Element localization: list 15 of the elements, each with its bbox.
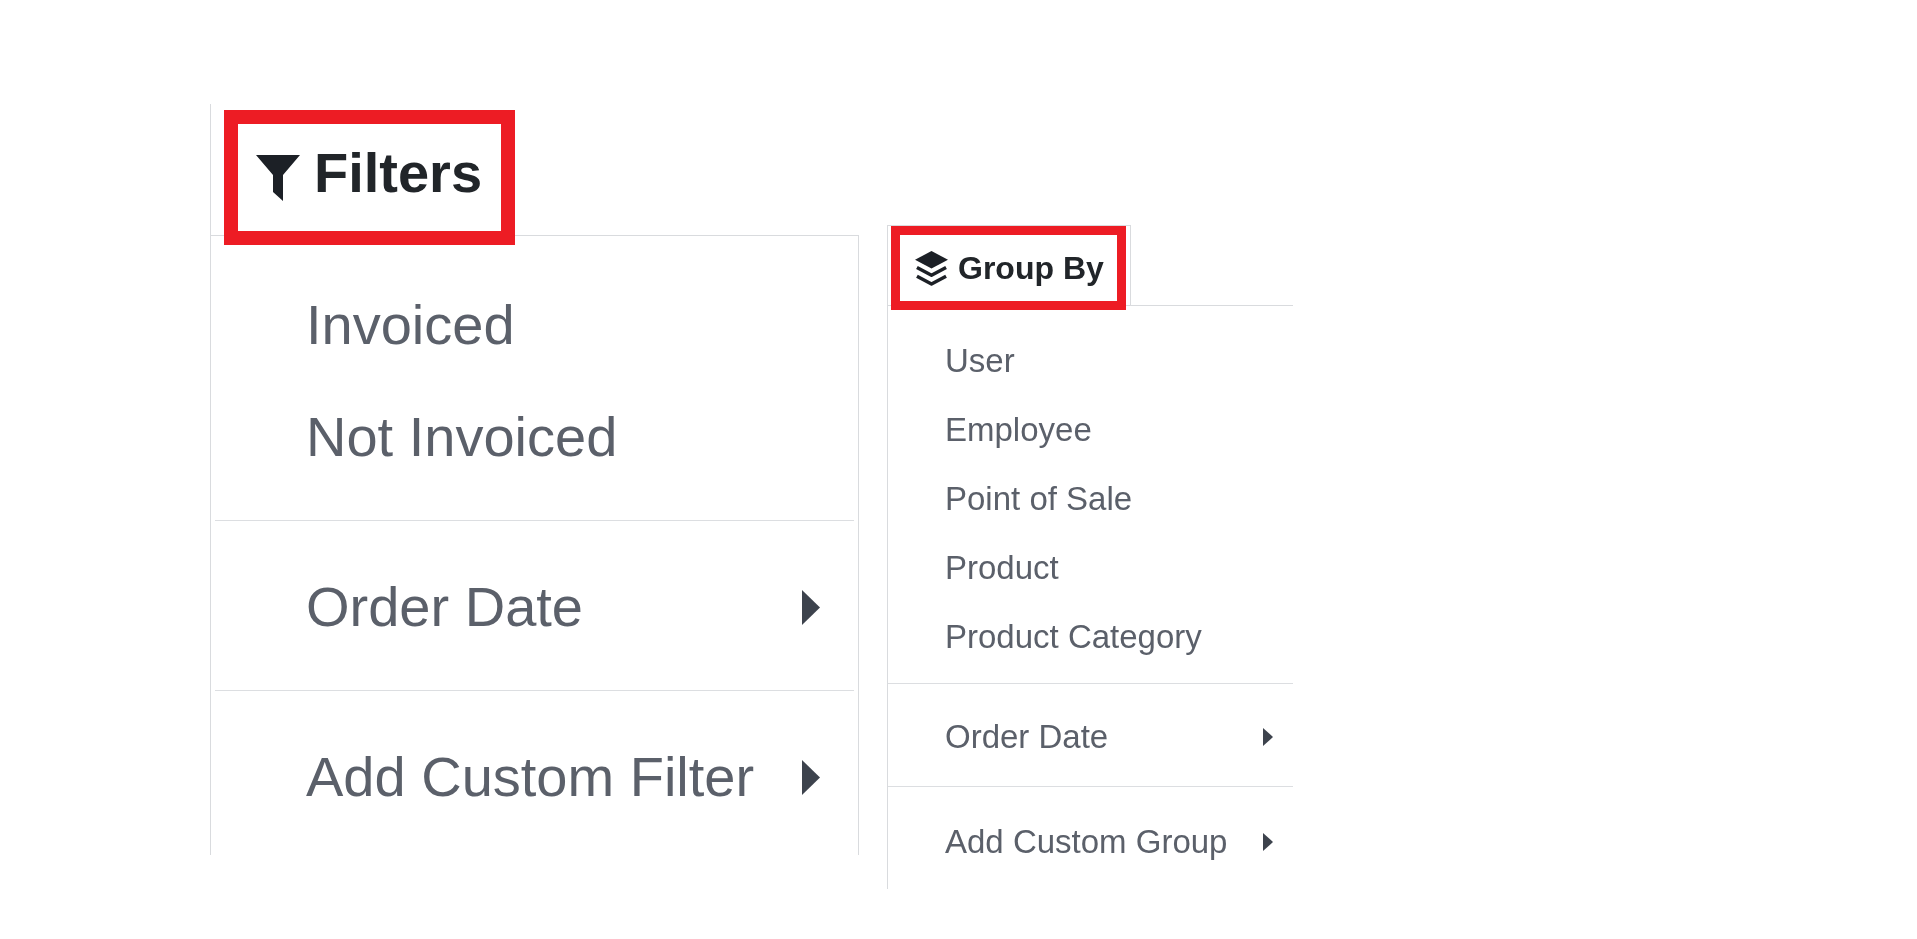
menu-item[interactable]: User — [888, 326, 1293, 395]
menu-item[interactable]: Employee — [888, 395, 1293, 464]
menu-item[interactable]: Point of Sale — [888, 464, 1293, 533]
layers-icon — [915, 250, 948, 286]
menu-item[interactable]: Add Custom Filter — [211, 721, 858, 833]
menu-item[interactable]: Not Invoiced — [211, 381, 858, 493]
menu-item[interactable]: Product — [888, 533, 1293, 602]
menu-item[interactable]: Order Date — [211, 551, 858, 663]
menu-item[interactable]: Product Category — [888, 602, 1293, 671]
filter-icon — [256, 154, 300, 201]
filters-button[interactable]: Filters — [224, 110, 515, 245]
menu-item[interactable]: Invoiced — [211, 269, 858, 381]
group-by-button[interactable]: Group By — [891, 226, 1126, 310]
menu-item[interactable]: Order Date — [888, 702, 1293, 771]
menu-item[interactable]: Add Custom Group — [888, 807, 1293, 876]
